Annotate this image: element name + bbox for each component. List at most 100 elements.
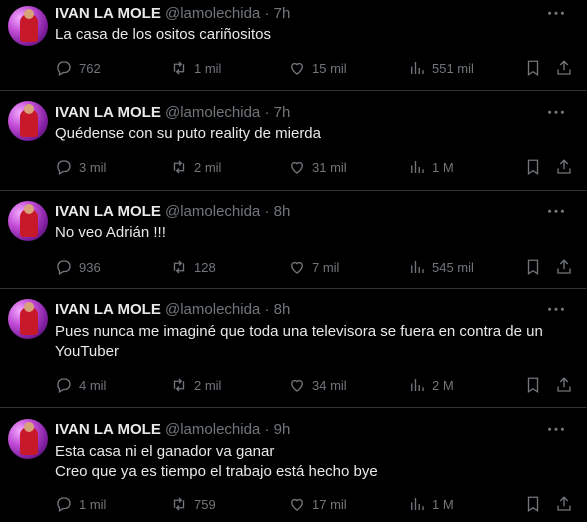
views-button[interactable]: 2 M — [408, 375, 454, 395]
like-count: 17 mil — [312, 496, 347, 512]
heart-icon — [291, 379, 303, 392]
bookmark-icon — [527, 496, 539, 513]
tweet[interactable]: IVAN LA MOLE @lamolechida · 7h La casa d… — [0, 0, 587, 91]
author-handle[interactable]: @lamolechida — [165, 104, 260, 121]
avatar[interactable] — [8, 299, 48, 339]
author-name[interactable]: IVAN LA MOLE — [55, 421, 161, 438]
more-icon[interactable] — [545, 301, 567, 319]
reply-count: 762 — [79, 60, 101, 76]
bookmark-icon — [527, 259, 539, 276]
like-count: 7 mil — [312, 259, 340, 275]
retweet-icon — [173, 378, 185, 392]
views-button[interactable]: 551 mil — [408, 58, 474, 78]
author-name[interactable]: IVAN LA MOLE — [55, 203, 161, 220]
reply-icon — [57, 160, 71, 175]
tweet-header: IVAN LA MOLE @lamolechida · 7h — [55, 103, 290, 123]
bookmark-button[interactable] — [524, 375, 542, 395]
share-button[interactable] — [555, 375, 573, 395]
tweet-text-line: Creo que ya es tiempo el trabajo está he… — [55, 463, 378, 480]
heart-icon — [291, 161, 303, 174]
more-icon[interactable] — [545, 5, 567, 23]
share-button[interactable] — [555, 58, 573, 78]
reply-button[interactable]: 936 — [55, 257, 101, 277]
tweet-time[interactable]: 7h — [274, 5, 291, 22]
separator: · — [264, 203, 270, 220]
retweet-icon — [173, 160, 185, 174]
share-icon — [557, 496, 571, 511]
tweet-time[interactable]: 8h — [274, 203, 291, 220]
like-button[interactable]: 17 mil — [288, 494, 347, 514]
tweet-time[interactable]: 7h — [274, 104, 291, 121]
tweet-time[interactable]: 9h — [274, 421, 291, 438]
reply-button[interactable]: 1 mil — [55, 494, 106, 514]
tweet-header: IVAN LA MOLE @lamolechida · 8h — [55, 202, 290, 222]
heart-icon — [291, 261, 303, 274]
more-icon[interactable] — [545, 421, 567, 439]
bookmark-button[interactable] — [524, 494, 542, 514]
author-name[interactable]: IVAN LA MOLE — [55, 104, 161, 121]
bookmark-button[interactable] — [524, 157, 542, 177]
reply-count: 4 mil — [79, 377, 107, 393]
tweet-text-line: YouTuber — [55, 343, 119, 360]
avatar[interactable] — [8, 101, 48, 141]
reply-button[interactable]: 3 mil — [55, 157, 106, 177]
retweet-button[interactable]: 2 mil — [170, 375, 221, 395]
tweet[interactable]: IVAN LA MOLE @lamolechida · 8h No veo Ad… — [0, 191, 587, 289]
retweet-button[interactable]: 2 mil — [170, 157, 221, 177]
views-count: 1 M — [432, 496, 454, 512]
avatar[interactable] — [8, 419, 48, 459]
tweet-text-line: Pues nunca me imaginé que toda una telev… — [55, 323, 543, 340]
views-icon — [411, 62, 424, 74]
tweet[interactable]: IVAN LA MOLE @lamolechida · 9h Esta casa… — [0, 408, 587, 522]
bookmark-icon — [527, 159, 539, 176]
tweet-time[interactable]: 8h — [274, 301, 291, 318]
tweet-actions: 1 mil 759 17 mil 1 M — [55, 494, 587, 514]
reply-icon — [57, 378, 71, 393]
views-button[interactable]: 1 M — [408, 494, 454, 514]
like-button[interactable]: 15 mil — [288, 58, 347, 78]
tweet-text: No veo Adrián !!! — [55, 223, 565, 243]
share-icon — [557, 60, 571, 75]
retweet-count: 128 — [194, 259, 216, 275]
retweet-icon — [173, 260, 185, 274]
reply-icon — [57, 260, 71, 275]
tweet-text-line: La casa de los ositos cariñositos — [55, 26, 271, 43]
retweet-button[interactable]: 759 — [170, 494, 216, 514]
reply-count: 936 — [79, 259, 101, 275]
like-button[interactable]: 31 mil — [288, 157, 347, 177]
avatar[interactable] — [8, 6, 48, 46]
like-button[interactable]: 34 mil — [288, 375, 347, 395]
like-count: 15 mil — [312, 60, 347, 76]
share-button[interactable] — [555, 257, 573, 277]
bookmark-button[interactable] — [524, 257, 542, 277]
share-button[interactable] — [555, 157, 573, 177]
views-button[interactable]: 1 M — [408, 157, 454, 177]
like-count: 31 mil — [312, 159, 347, 175]
retweet-count: 1 mil — [194, 60, 222, 76]
reply-button[interactable]: 4 mil — [55, 375, 106, 395]
timeline-feed: IVAN LA MOLE @lamolechida · 7h La casa d… — [0, 0, 587, 522]
author-name[interactable]: IVAN LA MOLE — [55, 301, 161, 318]
reply-icon — [57, 497, 71, 512]
bookmark-icon — [527, 377, 539, 394]
views-icon — [411, 498, 424, 510]
reply-button[interactable]: 762 — [55, 58, 101, 78]
views-button[interactable]: 545 mil — [408, 257, 474, 277]
like-button[interactable]: 7 mil — [288, 257, 339, 277]
author-handle[interactable]: @lamolechida — [165, 203, 260, 220]
tweet[interactable]: IVAN LA MOLE @lamolechida · 7h Quédense … — [0, 91, 587, 191]
author-handle[interactable]: @lamolechida — [165, 421, 260, 438]
more-icon[interactable] — [545, 104, 567, 122]
tweet[interactable]: IVAN LA MOLE @lamolechida · 8h Pues nunc… — [0, 289, 587, 408]
avatar[interactable] — [8, 201, 48, 241]
retweet-button[interactable]: 1 mil — [170, 58, 221, 78]
tweet-actions: 936 128 7 mil 545 mil — [55, 257, 587, 277]
share-button[interactable] — [555, 494, 573, 514]
bookmark-button[interactable] — [524, 58, 542, 78]
author-handle[interactable]: @lamolechida — [165, 5, 260, 22]
more-icon[interactable] — [545, 203, 567, 221]
retweet-button[interactable]: 128 — [170, 257, 216, 277]
author-name[interactable]: IVAN LA MOLE — [55, 5, 161, 22]
author-handle[interactable]: @lamolechida — [165, 301, 260, 318]
retweet-count: 2 mil — [194, 377, 222, 393]
